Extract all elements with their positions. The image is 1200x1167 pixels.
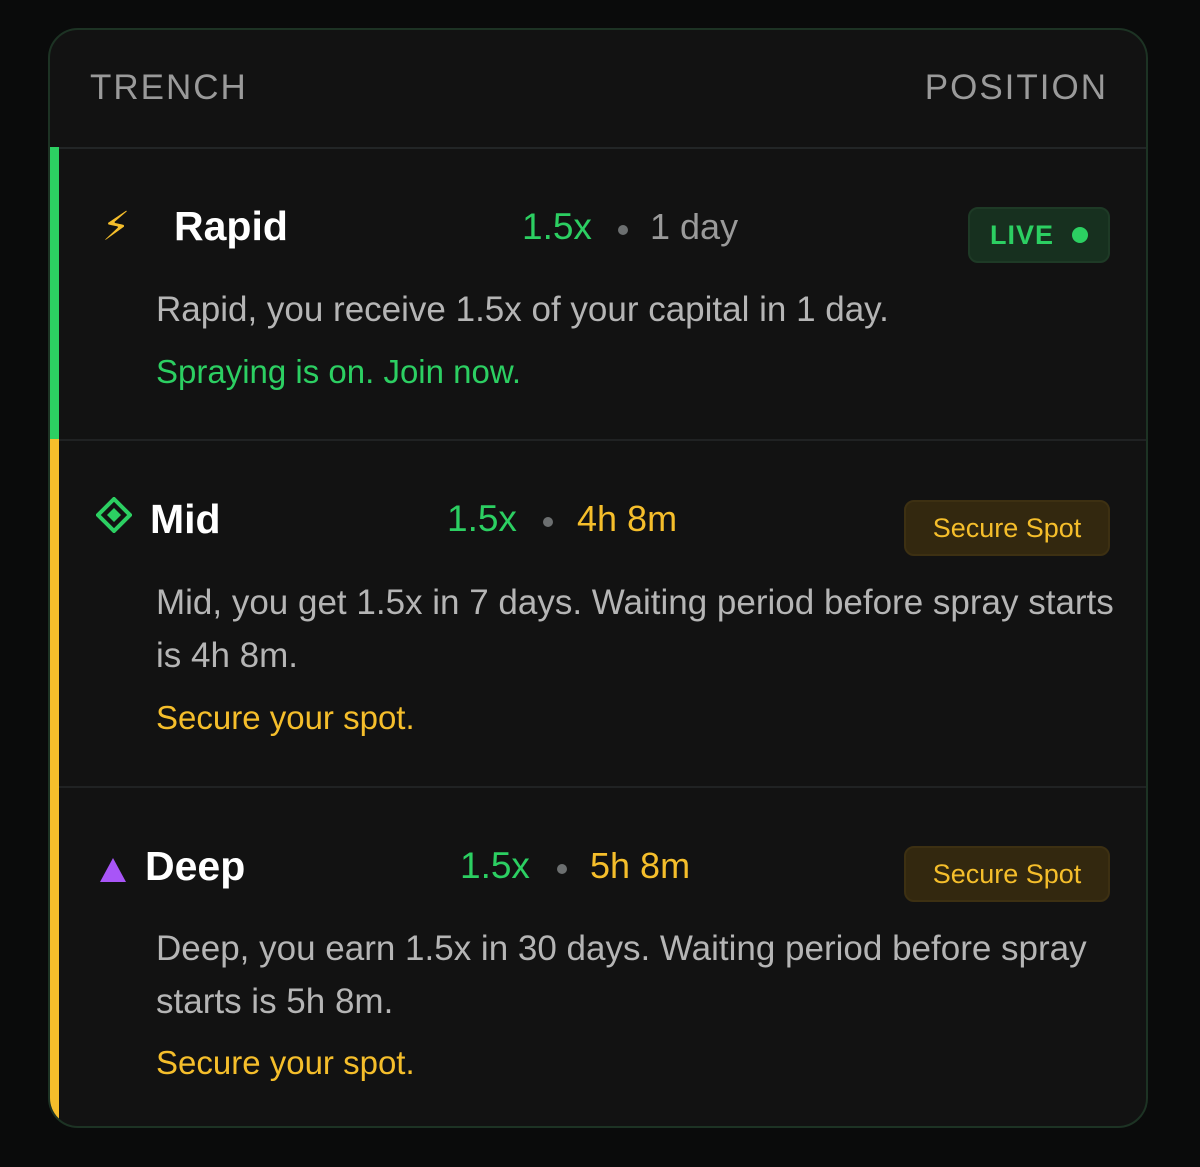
header-trench: TRENCH	[90, 68, 248, 107]
secure-your-spot-link[interactable]: Secure your spot.	[156, 1042, 415, 1084]
trench-row-rapid[interactable]: ⚡ Rapid 1.5x 1 day LIVE Rapid, you recei…	[50, 147, 1146, 441]
trench-duration: 5h 8m	[590, 845, 691, 886]
accent-bar-yellow	[50, 439, 59, 786]
separator-dot	[543, 517, 553, 527]
join-now-link[interactable]: Spraying is on. Join now.	[156, 351, 521, 393]
accent-bar-green	[50, 147, 59, 439]
trench-multiplier: 1.5x	[460, 845, 530, 886]
secure-spot-button[interactable]: Secure Spot	[904, 846, 1110, 902]
trench-description: Rapid, you receive 1.5x of your capital …	[156, 290, 889, 329]
lightning-bolt-icon: ⚡	[102, 205, 131, 249]
diamond-icon	[95, 496, 133, 544]
trench-description: Mid, you get 1.5x in 7 days. Waiting per…	[156, 583, 1114, 675]
trench-card: TRENCH POSITION ⚡ Rapid 1.5x 1 day LIVE …	[48, 28, 1148, 1128]
triangle-icon-svg	[100, 858, 126, 882]
separator-dot	[618, 225, 628, 235]
trench-name: Rapid	[174, 203, 288, 249]
live-label: LIVE	[989, 219, 1054, 250]
secure-spot-button[interactable]: Secure Spot	[904, 500, 1110, 556]
trench-row-deep[interactable]: Deep 1.5x 5h 8m Secure Spot Deep, you ea…	[50, 786, 1146, 1126]
separator-dot	[557, 864, 567, 874]
table-header: TRENCH POSITION	[50, 30, 1146, 149]
trench-multiplier: 1.5x	[522, 206, 592, 247]
header-position: POSITION	[924, 68, 1108, 107]
trench-name: Deep	[145, 843, 246, 889]
trench-description: Deep, you earn 1.5x in 30 days. Waiting …	[156, 929, 1087, 1021]
accent-bar-yellow	[50, 786, 59, 1126]
trench-duration: 1 day	[650, 206, 739, 247]
live-badge[interactable]: LIVE	[968, 207, 1110, 263]
diamond-icon-svg	[95, 496, 133, 534]
live-dot-icon	[1072, 227, 1088, 243]
trench-duration: 4h 8m	[577, 498, 678, 539]
triangle-icon	[98, 848, 128, 896]
trench-multiplier: 1.5x	[447, 498, 517, 539]
trench-row-mid[interactable]: Mid 1.5x 4h 8m Secure Spot Mid, you get …	[50, 439, 1146, 788]
secure-your-spot-link[interactable]: Secure your spot.	[156, 697, 415, 739]
trench-name: Mid	[150, 496, 221, 542]
